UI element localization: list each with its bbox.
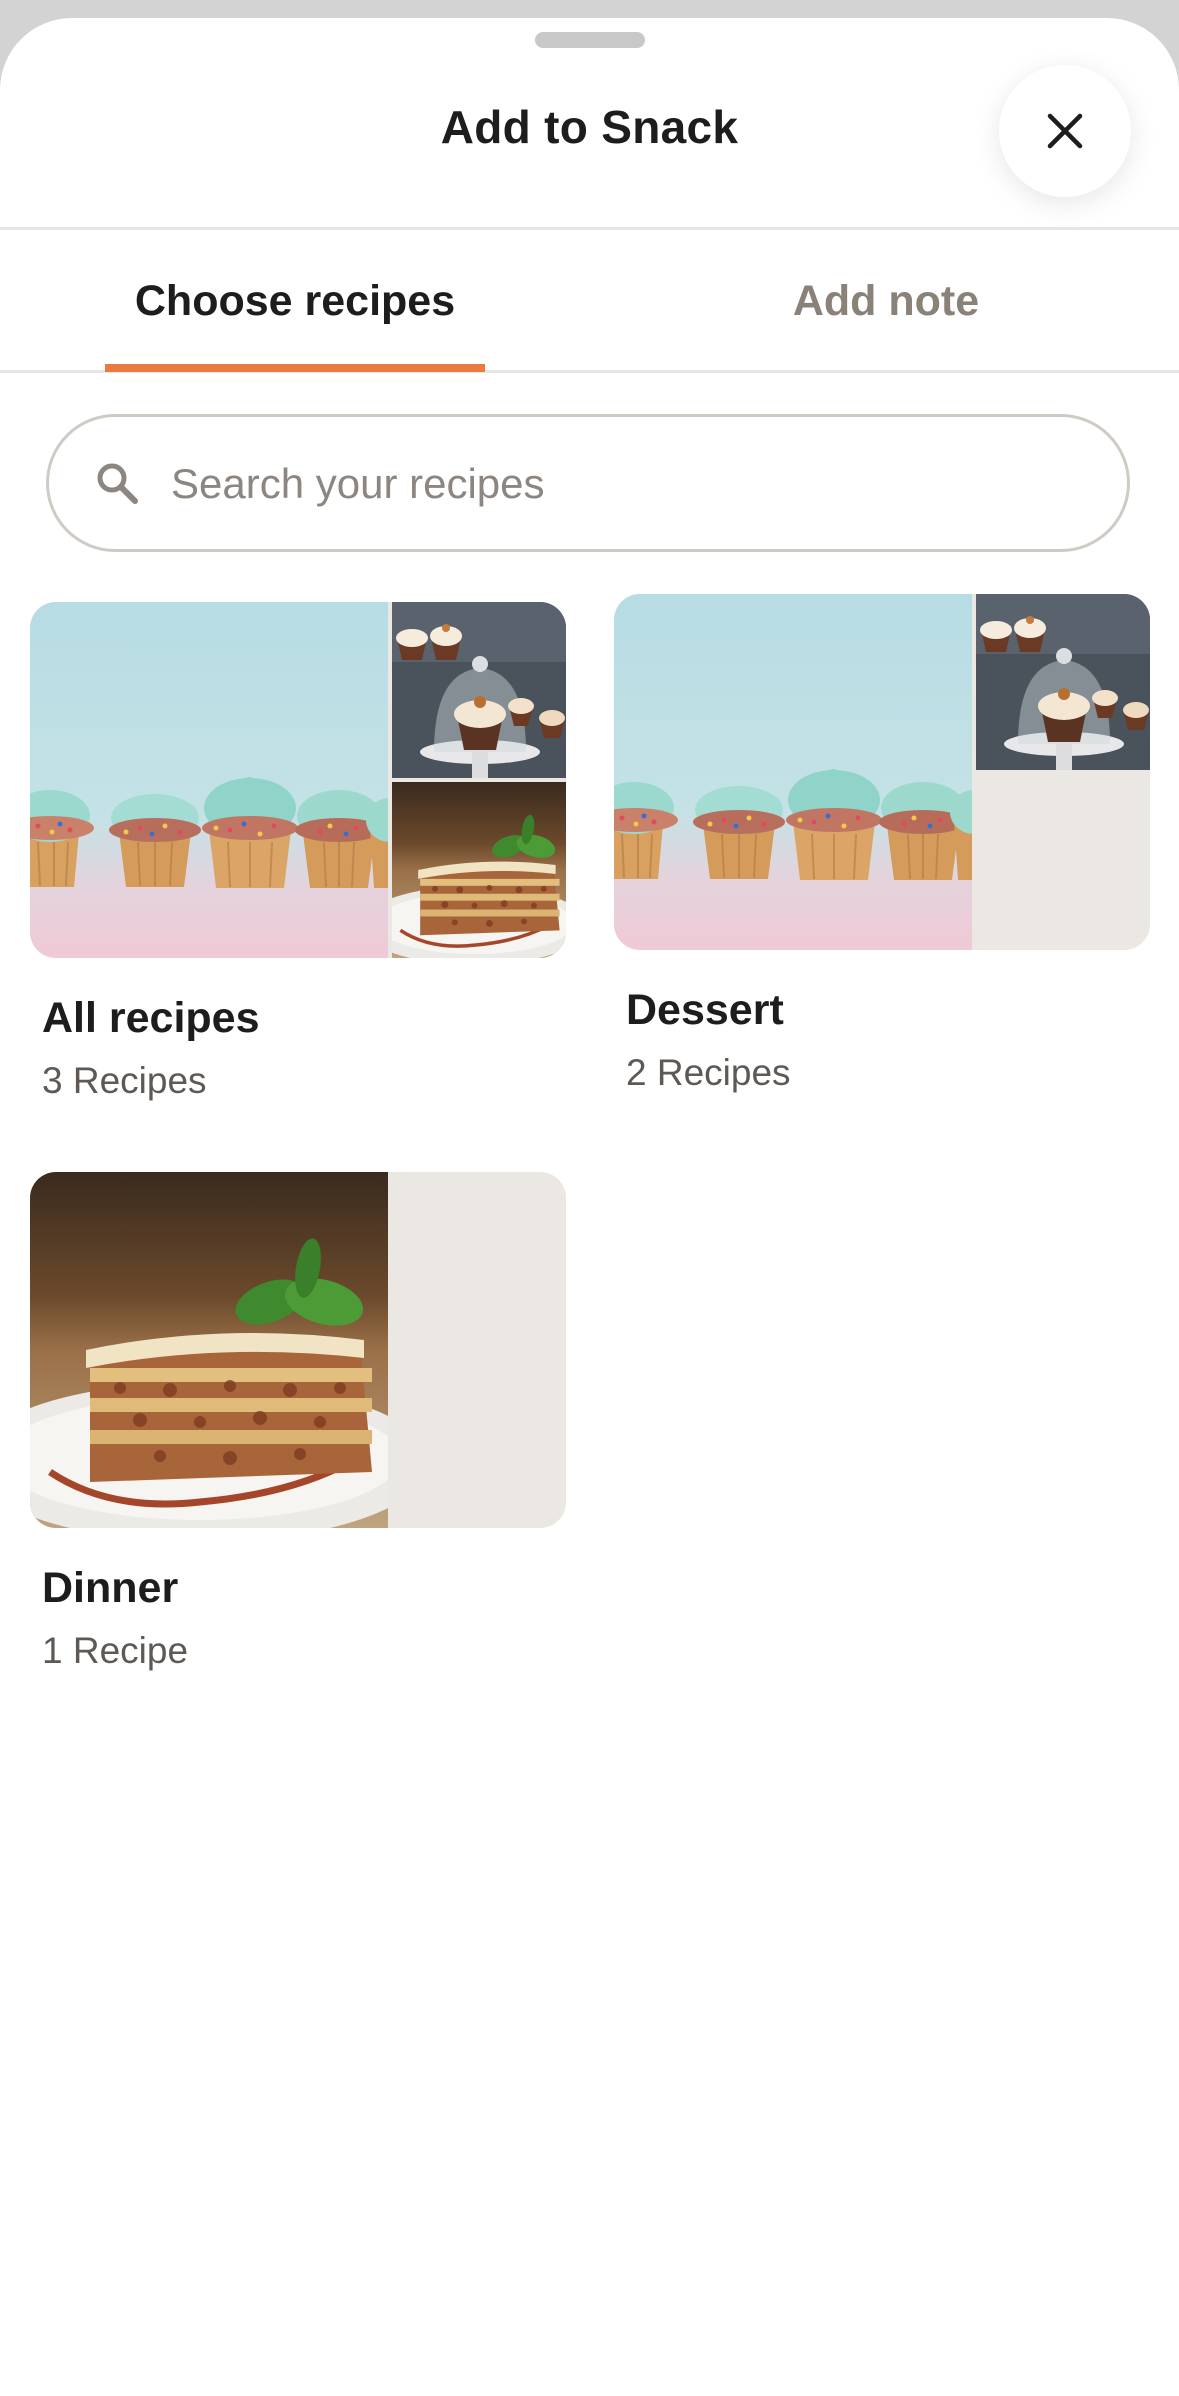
cupcake-dome-photo	[392, 602, 566, 778]
collection-thumbnail-mosaic	[30, 1172, 566, 1528]
sheet-grabber[interactable]	[535, 32, 645, 48]
collection-thumbnail-mosaic	[614, 594, 1150, 950]
empty-thumbnail-slot	[392, 1352, 566, 1528]
cupcakes-photo	[614, 594, 972, 950]
search-input[interactable]	[169, 417, 1073, 551]
collection-count: 2 Recipes	[626, 1052, 791, 1093]
collection-card-dinner[interactable]: Dinner 1 Recipe	[30, 1172, 566, 1692]
lasagna-photo	[30, 1172, 388, 1528]
collection-thumbnail-mosaic	[30, 602, 566, 958]
collection-card-all-recipes[interactable]: All recipes 3 Recipes	[30, 602, 566, 1122]
collection-card-dessert[interactable]: Dessert 2 Recipes	[614, 594, 1150, 1114]
tab-add-note[interactable]: Add note	[696, 230, 1076, 372]
empty-thumbnail-slot	[392, 1172, 566, 1348]
collection-count: 1 Recipe	[42, 1630, 189, 1671]
tab-choose-recipes[interactable]: Choose recipes	[105, 230, 485, 372]
cupcakes-photo	[30, 602, 388, 958]
collection-name: Dessert	[626, 986, 784, 1034]
collection-name: Dinner	[42, 1564, 179, 1612]
close-icon	[1046, 112, 1084, 150]
empty-thumbnail-slot	[976, 774, 1150, 950]
lasagna-photo	[392, 782, 566, 958]
active-tab-indicator	[105, 364, 485, 372]
collection-name: All recipes	[42, 994, 260, 1042]
add-to-snack-sheet: Add to Snack Choose recipes Add note Sea…	[0, 18, 1179, 2396]
collection-count: 3 Recipes	[42, 1060, 207, 1101]
cupcake-dome-photo	[976, 594, 1150, 770]
search-bar[interactable]	[46, 414, 1130, 552]
search-icon	[95, 461, 139, 505]
close-button[interactable]	[999, 65, 1131, 197]
